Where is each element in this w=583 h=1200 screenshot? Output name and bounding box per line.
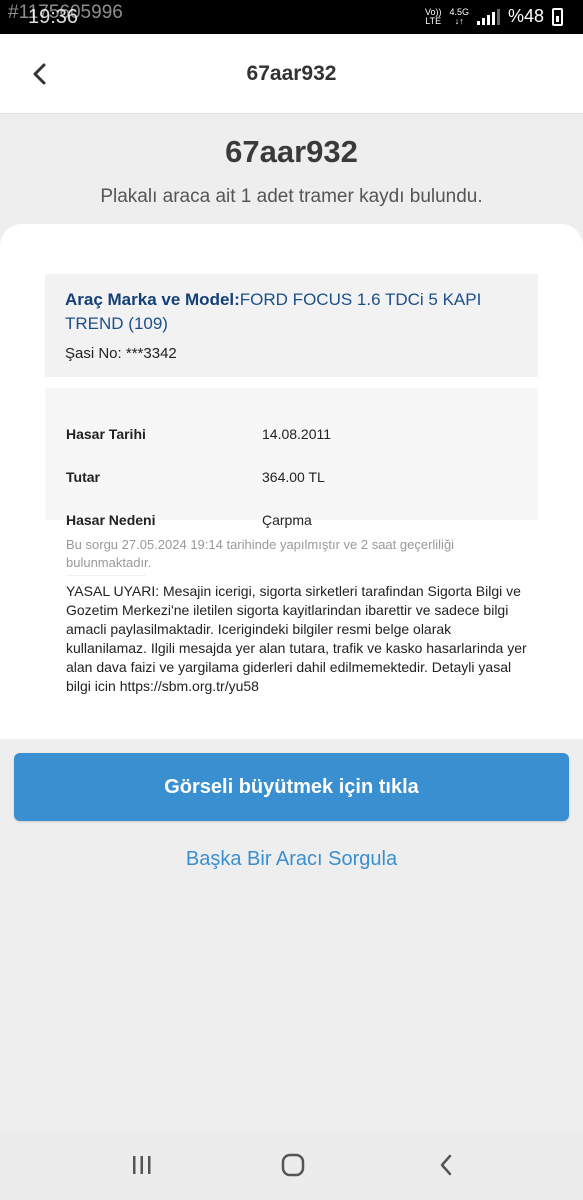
home-icon xyxy=(281,1153,305,1177)
damage-date-label: Hasar Tarihi xyxy=(66,426,146,442)
result-subtitle: Plakalı araca ait 1 adet tramer kaydı bu… xyxy=(100,186,483,207)
damage-reason-label: Hasar Nedeni xyxy=(66,512,156,528)
legal-warning: YASAL UYARI: Mesajin icerigi, sigorta si… xyxy=(66,583,527,694)
vehicle-info-box: Araç Marka ve Model:FORD FOCUS 1.6 TDCi … xyxy=(45,274,538,377)
query-validity-note: Bu sorgu 27.05.2024 19:14 tarihinde yapı… xyxy=(66,537,455,570)
volte-indicator: Vo)) LTE xyxy=(424,6,442,26)
tiny-reference-text: ········································ xyxy=(66,573,146,579)
app-bar: 67aar932 xyxy=(0,34,583,114)
brand-label: Araç Marka ve Model: xyxy=(65,290,240,309)
vehicle-brand-model: Araç Marka ve Model:FORD FOCUS 1.6 TDCi … xyxy=(65,288,518,336)
damage-reason-row: Hasar Nedeni Çarpma xyxy=(66,512,528,532)
chassis-label: Şasi No: xyxy=(65,345,122,362)
back-icon xyxy=(440,1154,452,1176)
watermark-id: #1175605996 xyxy=(8,2,123,23)
network-type-indicator: 4.5G ↓↑ xyxy=(449,6,469,26)
plate-title: 67aar932 xyxy=(225,134,358,169)
query-other-vehicle-link[interactable]: Başka Bir Aracı Sorgula xyxy=(0,848,583,871)
status-bar: 19:36 #1175605996 Vo)) LTE 4.5G ↓↑ %48 xyxy=(0,0,583,34)
damage-details: Hasar Tarihi 14.08.2011 Tutar 364.00 TL … xyxy=(45,388,538,528)
damage-date-row: Hasar Tarihi 14.08.2011 xyxy=(66,426,528,446)
recent-apps-button[interactable] xyxy=(122,1150,162,1180)
chassis-number: Şasi No: ***3342 xyxy=(65,345,518,362)
damage-date-value: 14.08.2011 xyxy=(262,426,332,442)
amount-value: 364.00 TL xyxy=(262,469,325,485)
amount-row: Tutar 364.00 TL xyxy=(66,469,528,489)
battery-text: %48 xyxy=(507,6,544,26)
signal-icon xyxy=(476,8,500,25)
app-bar-title: 67aar932 xyxy=(246,62,337,85)
result-card: Araç Marka ve Model:FORD FOCUS 1.6 TDCi … xyxy=(0,224,583,739)
recent-apps-icon xyxy=(133,1156,151,1174)
damage-reason-value: Çarpma xyxy=(262,512,312,528)
status-icons: Vo)) LTE 4.5G ↓↑ %48 xyxy=(425,6,563,27)
home-button[interactable] xyxy=(273,1150,313,1180)
chassis-value: ***3342 xyxy=(125,345,177,362)
battery-icon xyxy=(552,7,563,26)
amount-label: Tutar xyxy=(66,469,100,485)
enlarge-image-button[interactable]: Görseli büyütmek için tıkla xyxy=(14,753,569,821)
system-navigation-bar xyxy=(0,1130,583,1200)
system-back-button[interactable] xyxy=(426,1150,466,1180)
